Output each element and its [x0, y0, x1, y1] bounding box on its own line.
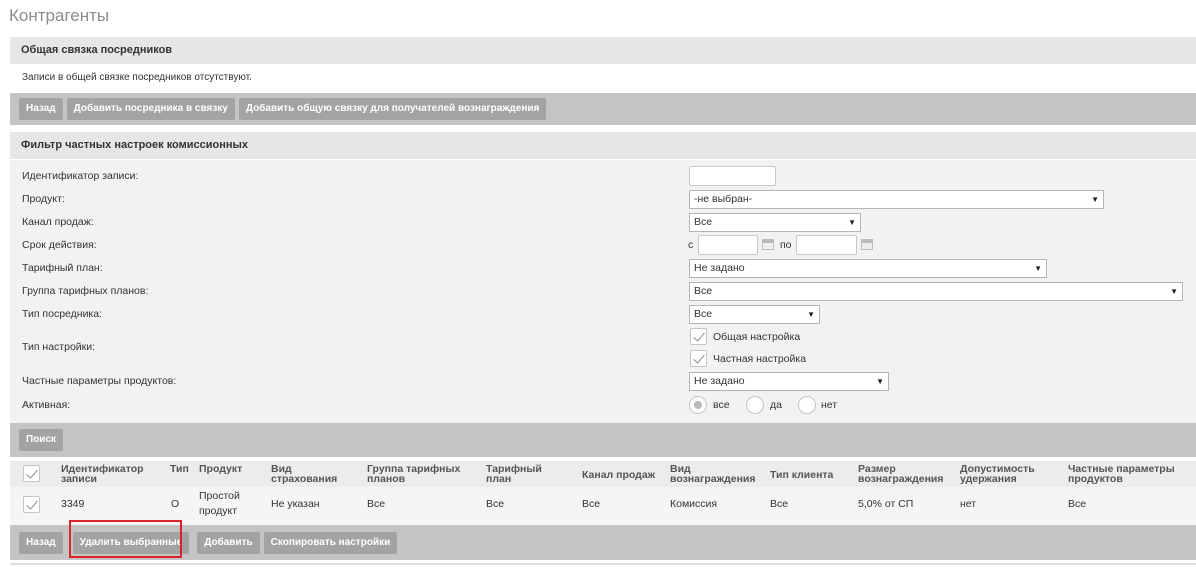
search-button[interactable]: Поиск [19, 429, 64, 451]
sales-channel-select-value: Все [694, 216, 713, 228]
setting-type-label: Тип настройки: [22, 341, 96, 353]
col-sales-channel[interactable]: Канал продаж [582, 470, 655, 481]
validity-to-input[interactable] [796, 235, 857, 255]
cell-tariff-plan: Все [486, 498, 505, 510]
filter-header: Фильтр частных настроек комиссионных [10, 132, 1196, 159]
calendar-icon[interactable] [762, 239, 774, 250]
record-id-label: Идентификатор записи: [22, 170, 139, 182]
add-intermediary-button[interactable]: Добавить посредника в связку [66, 98, 235, 120]
validity-from-input[interactable] [698, 235, 758, 255]
col-client-type[interactable]: Тип клиента [770, 470, 833, 481]
intermediary-type-select-value: Все [694, 308, 713, 320]
delete-selected-button[interactable]: Удалить выбранные [72, 531, 190, 554]
tariff-plan-select[interactable]: Не задано ▼ [689, 259, 1047, 278]
tariff-plan-select-value: Не задано [694, 262, 745, 274]
radio-dot-icon [694, 401, 702, 409]
cell-record-id: 3349 [61, 498, 85, 510]
cell-insurance-type: Не указан [271, 498, 320, 510]
select-all-checkbox[interactable] [23, 465, 40, 482]
table-row: 3349 О Простой продукт Не указан Все Все… [10, 487, 1196, 525]
col-type[interactable]: Тип [170, 464, 189, 475]
cell-retention: нет [960, 498, 977, 510]
common-link-toolbar: Назад Добавить посредника в связку Добав… [10, 93, 1196, 125]
private-params-select-value: Не задано [694, 375, 745, 387]
calendar-icon[interactable] [861, 239, 873, 250]
tariff-group-select[interactable]: Все ▼ [689, 282, 1183, 301]
active-yes-radio[interactable] [746, 396, 764, 414]
copy-settings-button[interactable]: Скопировать настройки [263, 531, 398, 554]
sales-channel-label: Канал продаж: [22, 216, 94, 228]
chevron-down-icon: ▼ [1091, 195, 1099, 204]
col-private-params[interactable]: Частные параметры продуктов [1068, 464, 1193, 485]
back-button[interactable]: Назад [19, 98, 63, 120]
chevron-down-icon: ▼ [876, 377, 884, 386]
col-reward-type[interactable]: Вид вознаграждения [670, 464, 765, 485]
tariff-group-select-value: Все [694, 285, 713, 297]
row-checkbox[interactable] [23, 496, 40, 513]
check-icon [693, 329, 705, 342]
col-record-id[interactable]: Идентификатор записи [61, 464, 161, 485]
chevron-down-icon: ▼ [807, 310, 815, 319]
check-icon [26, 497, 38, 510]
cell-private-params: Все [1068, 498, 1087, 510]
cell-sales-channel: Все [582, 498, 601, 510]
active-all-label: все [713, 399, 730, 411]
check-icon [26, 466, 38, 479]
cell-type: О [171, 498, 180, 510]
cell-reward-type: Комиссия [670, 498, 718, 510]
setting-common-label: Общая настройка [713, 331, 801, 343]
setting-private-checkbox[interactable] [690, 350, 707, 367]
col-insurance-type[interactable]: Вид страхования [271, 464, 351, 485]
validity-to-label: по [780, 239, 792, 251]
col-retention[interactable]: Допустимость удержания [960, 464, 1055, 485]
table-actions-toolbar: Назад Удалить выбранные Добавить Скопиро… [10, 525, 1196, 560]
setting-private-label: Частная настройка [713, 353, 807, 365]
table-header: Идентификатор записи Тип Продукт Вид стр… [10, 461, 1196, 487]
active-label: Активная: [22, 399, 71, 411]
intermediary-type-select[interactable]: Все ▼ [689, 305, 820, 324]
filter-toolbar: Поиск [10, 423, 1196, 457]
chevron-down-icon: ▼ [848, 218, 856, 227]
tariff-plan-label: Тарифный план: [22, 262, 103, 274]
common-link-header: Общая связка посредников [10, 37, 1196, 64]
col-reward-size[interactable]: Размер вознаграждения [858, 464, 953, 485]
page-title: Контрагенты [9, 6, 110, 25]
validity-from-label: с [688, 239, 694, 251]
col-tariff-plan[interactable]: Тарифный план [486, 464, 556, 485]
sales-channel-select[interactable]: Все ▼ [689, 213, 861, 232]
private-params-select[interactable]: Не задано ▼ [689, 372, 889, 391]
active-no-radio[interactable] [798, 396, 816, 414]
setting-common-checkbox[interactable] [690, 328, 707, 345]
cell-product: Простой продукт [199, 490, 240, 517]
col-product[interactable]: Продукт [199, 464, 242, 475]
tariff-group-label: Группа тарифных планов: [22, 285, 149, 297]
intermediary-type-label: Тип посредника: [22, 308, 103, 320]
back-button[interactable]: Назад [19, 531, 63, 554]
cell-tariff-group: Все [367, 498, 386, 510]
chevron-down-icon: ▼ [1034, 264, 1042, 273]
common-link-info: Записи в общей связке посредников отсутс… [22, 72, 252, 83]
check-icon [693, 351, 705, 364]
product-label: Продукт: [22, 193, 65, 205]
active-all-radio[interactable] [689, 396, 707, 414]
validity-label: Срок действия: [22, 239, 97, 251]
add-button[interactable]: Добавить [197, 531, 260, 554]
chevron-down-icon: ▼ [1170, 287, 1178, 296]
product-select-value: -не выбран- [694, 193, 753, 205]
active-yes-label: да [770, 399, 782, 411]
add-common-link-button[interactable]: Добавить общую связку для получателей во… [238, 98, 547, 120]
record-id-input[interactable] [689, 166, 776, 186]
cell-client-type: Все [770, 498, 789, 510]
col-tariff-group[interactable]: Группа тарифных планов [367, 464, 475, 485]
active-no-label: нет [821, 399, 838, 411]
private-params-label: Частные параметры продуктов: [22, 375, 177, 387]
cell-reward-size: 5,0% от СП [858, 498, 914, 510]
bottom-divider [10, 563, 1196, 565]
product-select[interactable]: -не выбран- ▼ [689, 190, 1104, 209]
